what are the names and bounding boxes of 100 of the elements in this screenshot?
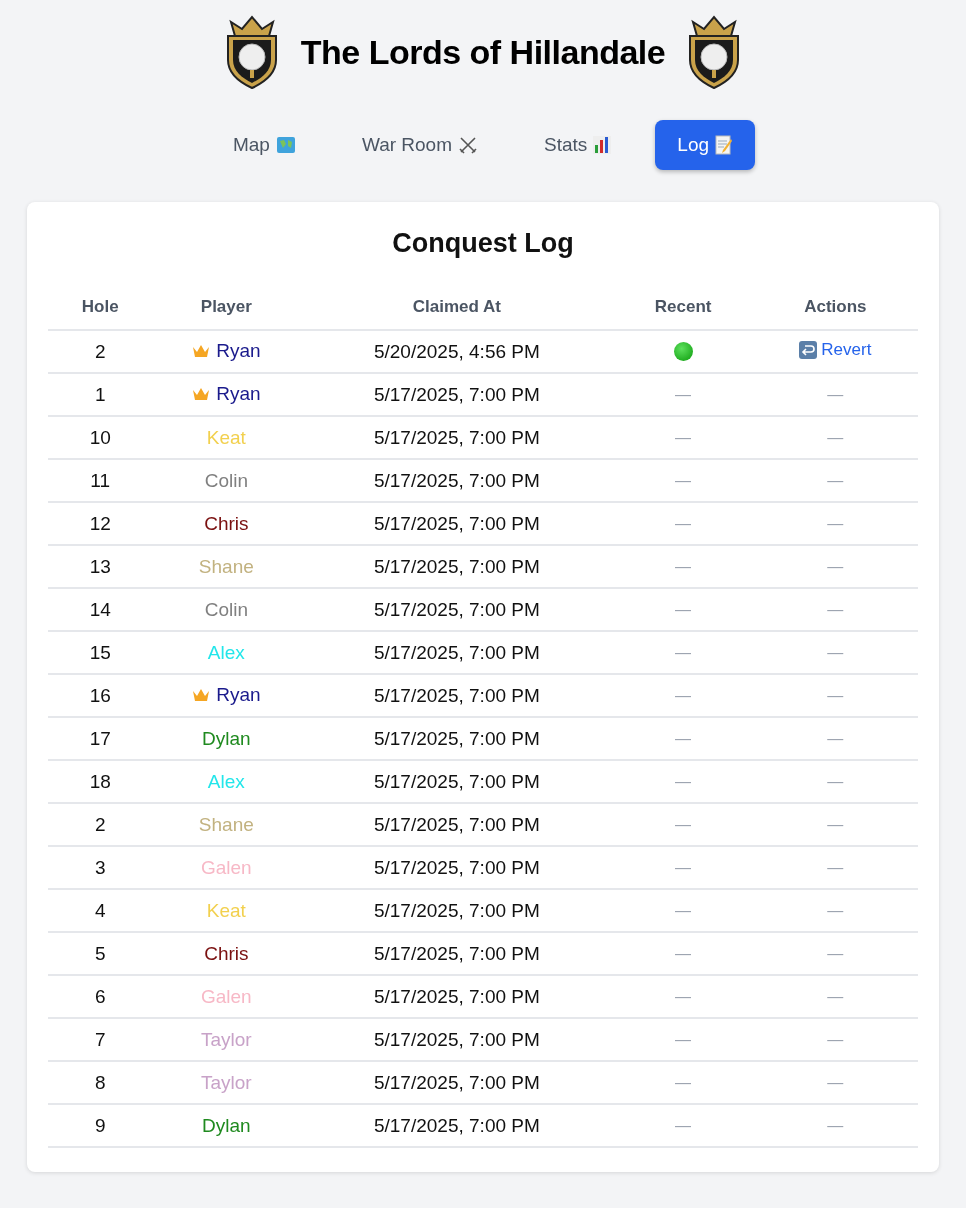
- empty-dash: —: [675, 1116, 692, 1134]
- table-cell: 2: [48, 803, 153, 846]
- player-name: Dylan: [202, 727, 251, 750]
- column-header: Hole: [48, 287, 153, 330]
- player-name: Ryan: [192, 339, 261, 362]
- table-cell: 7: [48, 1018, 153, 1061]
- empty-dash: —: [675, 901, 692, 919]
- table-cell: 5/17/2025, 7:00 PM: [300, 545, 614, 588]
- table-cell: 17: [48, 717, 153, 760]
- empty-dash: —: [827, 385, 844, 403]
- app-title: The Lords of Hillandale: [300, 32, 666, 72]
- table-cell: 5/17/2025, 7:00 PM: [300, 588, 614, 631]
- player-name: Chris: [204, 942, 249, 965]
- table-cell: 13: [48, 545, 153, 588]
- card-title: Conquest Log: [391, 228, 575, 259]
- empty-dash: —: [827, 1030, 844, 1048]
- empty-dash: —: [675, 643, 692, 661]
- player-name: Chris: [204, 512, 249, 535]
- table-cell: 5/17/2025, 7:00 PM: [300, 932, 614, 975]
- empty-dash: —: [827, 729, 844, 747]
- table-cell: 5/17/2025, 7:00 PM: [300, 502, 614, 545]
- empty-dash: —: [827, 944, 844, 962]
- column-header: Claimed At: [300, 287, 614, 330]
- empty-dash: —: [675, 385, 692, 403]
- nav-tab[interactable]: Stats: [522, 120, 634, 170]
- empty-dash: —: [827, 471, 844, 489]
- crossed-swords-icon: [458, 135, 478, 155]
- empty-dash: —: [675, 1073, 692, 1091]
- table-cell: 10: [48, 416, 153, 459]
- table-cell: 1: [48, 373, 153, 416]
- table-cell: 5/17/2025, 7:00 PM: [300, 975, 614, 1018]
- table-cell: 9: [48, 1104, 153, 1147]
- table-cell: 12: [48, 502, 153, 545]
- table-cell: 14: [48, 588, 153, 631]
- player-name: Taylor: [201, 1071, 252, 1094]
- empty-dash: —: [827, 514, 844, 532]
- table-cell: 15: [48, 631, 153, 674]
- player-name: Taylor: [201, 1028, 252, 1051]
- player-name: Ryan: [192, 683, 261, 706]
- empty-dash: —: [675, 428, 692, 446]
- empty-dash: —: [675, 1030, 692, 1048]
- nav-tab[interactable]: Log: [655, 120, 756, 170]
- empty-dash: —: [827, 557, 844, 575]
- player-name: Shane: [198, 813, 254, 836]
- column-header: Actions: [752, 287, 918, 330]
- table-cell: 5/20/2025, 4:56 PM: [300, 330, 614, 373]
- table-cell: 5: [48, 932, 153, 975]
- player-name: Keat: [206, 899, 246, 922]
- empty-dash: —: [675, 858, 692, 876]
- nav-tab[interactable]: Map: [210, 120, 318, 170]
- empty-dash: —: [827, 901, 844, 919]
- empty-dash: —: [675, 557, 692, 575]
- empty-dash: —: [827, 858, 844, 876]
- revert-link[interactable]: Revert: [799, 340, 872, 360]
- player-name: Colin: [204, 469, 248, 492]
- table-cell: 5/17/2025, 7:00 PM: [300, 760, 614, 803]
- player-name: Galen: [201, 856, 252, 879]
- table-cell: 4: [48, 889, 153, 932]
- empty-dash: —: [675, 772, 692, 790]
- empty-dash: —: [827, 987, 844, 1005]
- player-name: Alex: [207, 770, 245, 793]
- empty-dash: —: [675, 815, 692, 833]
- empty-dash: —: [827, 686, 844, 704]
- table-cell: 5/17/2025, 7:00 PM: [300, 416, 614, 459]
- empty-dash: —: [675, 686, 692, 704]
- map-icon: [275, 136, 296, 154]
- player-name: Galen: [201, 985, 252, 1008]
- table-cell: 16: [48, 674, 153, 717]
- table-cell: 5/17/2025, 7:00 PM: [300, 803, 614, 846]
- player-name: Dylan: [202, 1114, 251, 1137]
- table-cell: 5/17/2025, 7:00 PM: [300, 889, 614, 932]
- empty-dash: —: [827, 428, 844, 446]
- table-cell: 8: [48, 1061, 153, 1104]
- table-cell: 5/17/2025, 7:00 PM: [300, 459, 614, 502]
- player-name: Colin: [204, 598, 248, 621]
- table-cell: 6: [48, 975, 153, 1018]
- empty-dash: —: [827, 643, 844, 661]
- empty-dash: —: [827, 1116, 844, 1134]
- table-cell: 5/17/2025, 7:00 PM: [300, 1061, 614, 1104]
- empty-dash: —: [827, 600, 844, 618]
- empty-dash: —: [675, 514, 692, 532]
- empty-dash: —: [675, 471, 692, 489]
- table-cell: 5/17/2025, 7:00 PM: [300, 846, 614, 889]
- player-name: Keat: [206, 426, 246, 449]
- table-cell: 18: [48, 760, 153, 803]
- table-cell: 5/17/2025, 7:00 PM: [300, 373, 614, 416]
- nav-tab[interactable]: War Room: [339, 120, 500, 170]
- player-name: Ryan: [192, 382, 261, 405]
- column-header: Recent: [613, 287, 753, 330]
- bar-chart-icon: [593, 136, 612, 154]
- empty-dash: —: [675, 944, 692, 962]
- memo-icon: [715, 135, 734, 155]
- table-cell: 5/17/2025, 7:00 PM: [300, 1018, 614, 1061]
- empty-dash: —: [675, 987, 692, 1005]
- column-header: Player: [152, 287, 301, 330]
- empty-dash: —: [675, 600, 692, 618]
- empty-dash: —: [827, 815, 844, 833]
- empty-dash: —: [675, 729, 692, 747]
- table-cell: 5/17/2025, 7:00 PM: [300, 717, 614, 760]
- player-name: Shane: [198, 555, 254, 578]
